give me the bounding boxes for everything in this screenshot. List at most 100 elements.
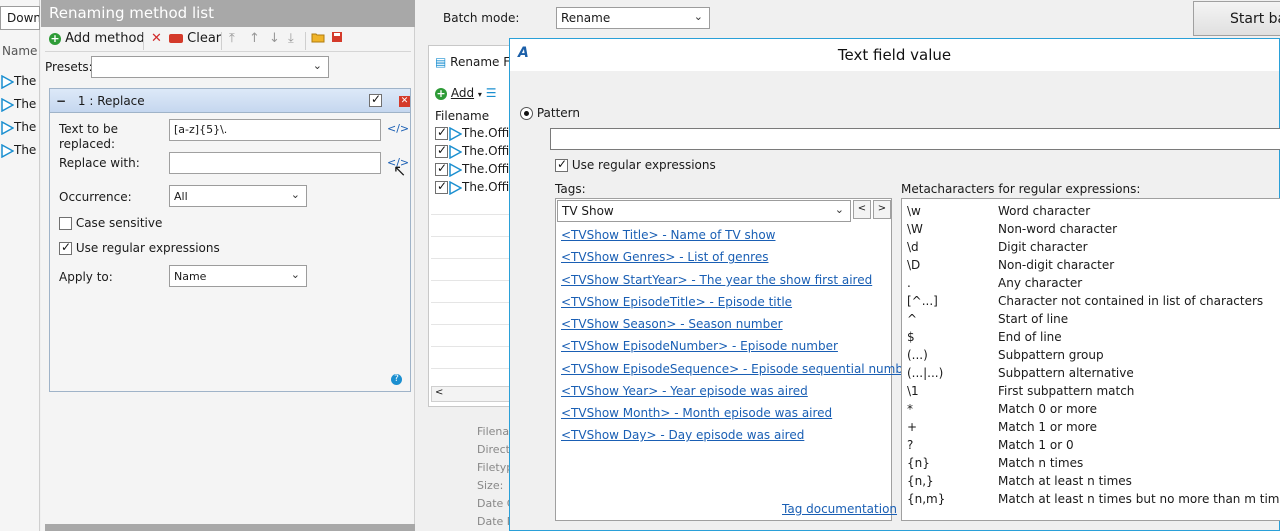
tab-rename-files[interactable]: ▤ Rename Fi: [435, 55, 513, 69]
toolbar-divider: [305, 32, 306, 50]
collapse-icon[interactable]: −: [56, 94, 66, 108]
add-files-button[interactable]: + Add ▾ ☰: [435, 86, 497, 100]
apply-to-value: Name: [174, 270, 207, 283]
row-divider: [431, 346, 515, 347]
metachar-description: Character not contained in list of chara…: [998, 294, 1264, 308]
tag-link[interactable]: <TVShow EpisodeTitle> - Episode title: [561, 295, 792, 309]
tag-link[interactable]: <TVShow Season> - Season number: [561, 317, 783, 331]
metachar-description: Subpattern group: [998, 348, 1104, 362]
replace-with-input[interactable]: [169, 152, 381, 174]
pattern-label: Pattern: [536, 106, 580, 120]
row-checkbox[interactable]: [435, 161, 448, 176]
dialog-titlebar[interactable]: A Text field value: [510, 39, 1279, 71]
tag-link[interactable]: <TVShow Day> - Day episode was aired: [561, 428, 804, 442]
tag-link[interactable]: <TVShow Year> - Year episode was aired: [561, 384, 808, 398]
metachar-description: Match n times: [998, 456, 1084, 470]
move-down-icon[interactable]: ↓: [269, 31, 280, 51]
apply-to-select[interactable]: Name ⌄: [169, 265, 307, 287]
panel-title: Renaming method list: [41, 0, 415, 27]
row-checkbox[interactable]: [435, 179, 448, 194]
video-file-icon: [0, 143, 15, 158]
list-item[interactable]: The: [0, 97, 40, 117]
toolbar-divider: [143, 32, 144, 50]
tag-link[interactable]: <TVShow StartYear> - The year the show f…: [561, 273, 872, 287]
clear-button[interactable]: Clear: [169, 31, 221, 51]
video-file-icon: [448, 126, 463, 141]
renaming-method-panel: Renaming method list + Add method ✕ Clea…: [41, 0, 415, 531]
metachar-key: \D: [907, 258, 921, 272]
tag-link[interactable]: <TVShow Month> - Month episode was aired: [561, 406, 832, 420]
tags-category-value: TV Show: [562, 204, 614, 218]
table-row[interactable]: The.Offi: [435, 125, 509, 144]
open-folder-icon[interactable]: [311, 31, 325, 51]
code-icon[interactable]: </>: [387, 122, 409, 135]
remove-method-icon[interactable]: ✕: [399, 96, 410, 107]
folder-combo[interactable]: Down: [0, 6, 40, 30]
list-view-icon[interactable]: ☰: [486, 86, 497, 100]
next-category-button[interactable]: >: [873, 200, 891, 219]
delete-icon[interactable]: ✕: [151, 31, 162, 51]
add-method-button[interactable]: + Add method: [49, 31, 145, 51]
method-header[interactable]: − 1 : Replace ✕: [50, 89, 410, 113]
metachar-key: +: [907, 420, 918, 434]
filename-cell: The.Offi: [462, 144, 510, 158]
pattern-radio[interactable]: [520, 107, 533, 120]
row-checkbox[interactable]: [435, 143, 448, 158]
list-item[interactable]: The: [0, 143, 40, 163]
tag-link[interactable]: <TVShow EpisodeSequence> - Episode seque…: [561, 362, 915, 376]
row-divider: [431, 258, 515, 259]
presets-select[interactable]: ⌄: [91, 56, 329, 78]
table-row[interactable]: The.Offi: [435, 143, 510, 162]
list-item[interactable]: The: [0, 74, 40, 94]
move-up-icon[interactable]: ↑: [249, 31, 260, 51]
move-top-icon[interactable]: ⤒: [229, 31, 235, 51]
occurrence-select[interactable]: All ⌄: [169, 185, 307, 207]
tag-link[interactable]: <TVShow EpisodeNumber> - Episode number: [561, 339, 838, 353]
list-item[interactable]: The: [0, 120, 40, 140]
name-column-header[interactable]: Name: [0, 44, 40, 62]
use-regex-checkbox[interactable]: [59, 240, 72, 255]
metachar-description: Match at least n times but no more than …: [998, 492, 1280, 506]
case-sensitive-checkbox[interactable]: [59, 217, 72, 230]
tag-link[interactable]: <TVShow Genres> - List of genres: [561, 250, 768, 264]
case-sensitive-label: Case sensitive: [75, 216, 163, 230]
filename-column-header[interactable]: Filename: [435, 109, 489, 123]
dialog-use-regex-option[interactable]: Use regular expressions: [555, 157, 716, 172]
metachar-description: Word character: [998, 204, 1091, 218]
video-file-icon: [448, 162, 463, 177]
case-sensitive-option[interactable]: Case sensitive: [59, 216, 162, 230]
start-batch-button[interactable]: Start ba: [1193, 1, 1280, 36]
text-to-be-replaced-input[interactable]: [a-z]{5}\.: [169, 119, 381, 141]
video-file-icon: [0, 74, 15, 89]
horizontal-scrollbar[interactable]: <: [431, 386, 515, 402]
scroll-left-icon[interactable]: <: [435, 387, 443, 398]
pattern-option[interactable]: Pattern: [520, 106, 580, 120]
toolbar-divider: [221, 32, 222, 50]
dropdown-arrow-icon: ▾: [477, 90, 482, 99]
move-bottom-icon[interactable]: ⤓: [288, 31, 294, 51]
batch-mode-select[interactable]: Rename ⌄: [556, 7, 710, 29]
metachar-description: Subpattern alternative: [998, 366, 1134, 380]
help-icon[interactable]: ?: [391, 374, 402, 385]
tags-category-select[interactable]: TV Show ⌄: [557, 200, 851, 222]
use-regex-option[interactable]: Use regular expressions: [59, 240, 220, 255]
row-checkbox[interactable]: [435, 125, 448, 140]
previous-category-button[interactable]: <: [853, 200, 871, 219]
pattern-input[interactable]: [550, 128, 1280, 150]
list-item-label: The: [14, 120, 37, 134]
tag-link[interactable]: <TVShow Title> - Name of TV show: [561, 228, 775, 242]
metachar-key: *: [907, 402, 913, 416]
list-item-label: The: [14, 97, 37, 111]
table-row[interactable]: The.Offi: [435, 179, 509, 198]
row-divider: [431, 368, 515, 369]
method-enabled-checkbox[interactable]: [369, 92, 382, 107]
file-list-strip: Down Name The The The The: [0, 0, 40, 531]
dialog-use-regex-checkbox[interactable]: [555, 157, 568, 172]
table-row[interactable]: The.Offi: [435, 161, 509, 180]
save-icon[interactable]: [331, 31, 343, 51]
tab-label: Rename Fi: [450, 55, 513, 69]
dialog-use-regex-label: Use regular expressions: [571, 158, 716, 172]
metachar-key: (...|...): [907, 366, 944, 380]
tag-documentation-link[interactable]: Tag documentation: [782, 502, 897, 516]
row-divider: [431, 214, 515, 215]
